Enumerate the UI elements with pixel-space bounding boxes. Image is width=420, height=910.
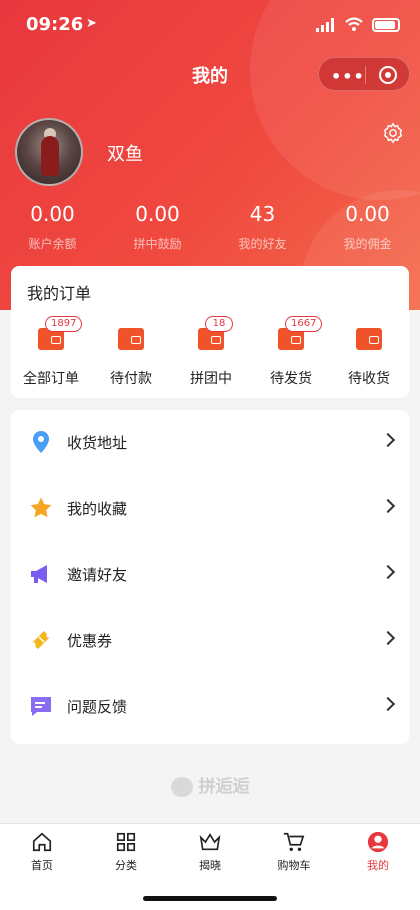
- account-stats: 0.00 账户余额 0.00 拼中鼓励 43 我的好友 0.00 我的佣金: [0, 202, 420, 262]
- close-target-icon[interactable]: [379, 66, 397, 84]
- wifi-icon: [345, 17, 363, 31]
- order-count-badge: 1897: [45, 316, 83, 332]
- tab-reveal[interactable]: 揭晓: [168, 824, 252, 880]
- menu-item-label: 优惠券: [67, 632, 113, 650]
- tab-cart[interactable]: 购物车: [252, 824, 336, 880]
- stat-friends[interactable]: 43 我的好友: [210, 202, 315, 252]
- tab-me[interactable]: 我的: [336, 824, 420, 880]
- battery-icon: [372, 18, 400, 32]
- stat-label: 我的佣金: [343, 237, 392, 251]
- user-icon: [367, 831, 389, 853]
- status-time: 09:26: [26, 14, 84, 35]
- menu-item-feedback[interactable]: 问题反馈: [11, 674, 409, 740]
- username: 双鱼: [107, 144, 143, 165]
- avatar-figure-body: [41, 136, 59, 176]
- order-tab-to-ship[interactable]: 1667 待发货: [251, 316, 331, 396]
- stat-encouragement[interactable]: 0.00 拼中鼓励: [105, 202, 210, 252]
- cart-icon: [283, 832, 305, 851]
- order-tab-label: 待发货: [270, 371, 312, 387]
- order-tab-label: 待收货: [348, 371, 390, 387]
- chevron-right-icon: [380, 564, 396, 580]
- chevron-right-icon: [380, 630, 396, 646]
- menu-item-label: 问题反馈: [67, 698, 128, 716]
- order-tab-label: 全部订单: [23, 371, 79, 387]
- package-icon: [356, 328, 382, 350]
- brand-name: 拼逅逅: [198, 777, 250, 797]
- ticket-icon: [32, 631, 50, 649]
- gear-icon[interactable]: [382, 122, 404, 149]
- tab-label: 首页: [31, 859, 53, 872]
- location-arrow-icon: ➤: [86, 16, 97, 31]
- menu-item-address[interactable]: 收货地址: [11, 410, 409, 476]
- tab-label: 购物车: [277, 859, 311, 872]
- menu-item-invite[interactable]: 邀请好友: [11, 542, 409, 608]
- cellular-signal-icon: [316, 18, 334, 32]
- status-bar: 09:26 ➤: [26, 14, 400, 40]
- stat-label: 账户余额: [28, 237, 77, 251]
- menu-item-label: 我的收藏: [67, 500, 128, 518]
- stat-value: 0.00: [135, 202, 180, 226]
- order-tab-label: 待付款: [110, 371, 152, 387]
- order-tab-label: 拼团中: [190, 371, 232, 387]
- orders-title: 我的订单: [27, 284, 92, 303]
- tab-home[interactable]: 首页: [0, 824, 84, 880]
- order-tab-to-receive[interactable]: 待收货: [329, 316, 409, 396]
- tab-label: 我的: [367, 859, 389, 872]
- chevron-right-icon: [380, 432, 396, 448]
- megaphone-icon: [31, 565, 47, 583]
- order-tab-all[interactable]: 1897 全部订单: [11, 316, 91, 396]
- order-count-badge: 1667: [285, 316, 323, 332]
- settings-menu: 收货地址 我的收藏 邀请好友 优惠券 问题反馈: [11, 410, 409, 744]
- location-pin-icon: [33, 431, 49, 453]
- brand-footer: 拼逅逅: [0, 772, 420, 797]
- stat-value: 43: [249, 202, 276, 226]
- stat-value: 0.00: [30, 202, 75, 226]
- crown-icon: [199, 833, 221, 851]
- menu-item-coupons[interactable]: 优惠券: [11, 608, 409, 674]
- menu-item-favorites[interactable]: 我的收藏: [11, 476, 409, 542]
- stat-label: 我的好友: [238, 237, 287, 251]
- grid-icon: [116, 832, 136, 852]
- menu-item-label: 邀请好友: [67, 566, 128, 584]
- koala-logo-icon: [170, 777, 193, 797]
- avatar[interactable]: [15, 118, 83, 186]
- stat-balance[interactable]: 0.00 账户余额: [0, 202, 105, 252]
- my-orders-card: 我的订单 1897 全部订单 待付款 18 拼团中 1667 待发货 待收货: [11, 266, 409, 398]
- capsule-divider: [365, 66, 366, 84]
- wallet-icon: [118, 328, 144, 350]
- order-count-badge: 18: [205, 316, 233, 332]
- chevron-right-icon: [380, 696, 396, 712]
- star-icon: [30, 497, 52, 518]
- tab-label: 分类: [115, 859, 137, 872]
- chevron-right-icon: [380, 498, 396, 514]
- menu-item-label: 收货地址: [67, 434, 128, 452]
- tab-label: 揭晓: [199, 859, 221, 872]
- miniprogram-capsule: •••: [318, 57, 410, 91]
- stat-value: 0.00: [345, 202, 390, 226]
- stat-label: 拼中鼓励: [133, 237, 182, 251]
- order-tab-unpaid[interactable]: 待付款: [91, 316, 171, 396]
- home-icon: [32, 832, 52, 852]
- more-icon[interactable]: •••: [331, 67, 365, 86]
- chat-bubble-icon: [31, 697, 51, 716]
- home-indicator[interactable]: [143, 896, 277, 901]
- order-tab-grouping[interactable]: 18 拼团中: [171, 316, 251, 396]
- tab-category[interactable]: 分类: [84, 824, 168, 880]
- stat-commission[interactable]: 0.00 我的佣金: [315, 202, 420, 252]
